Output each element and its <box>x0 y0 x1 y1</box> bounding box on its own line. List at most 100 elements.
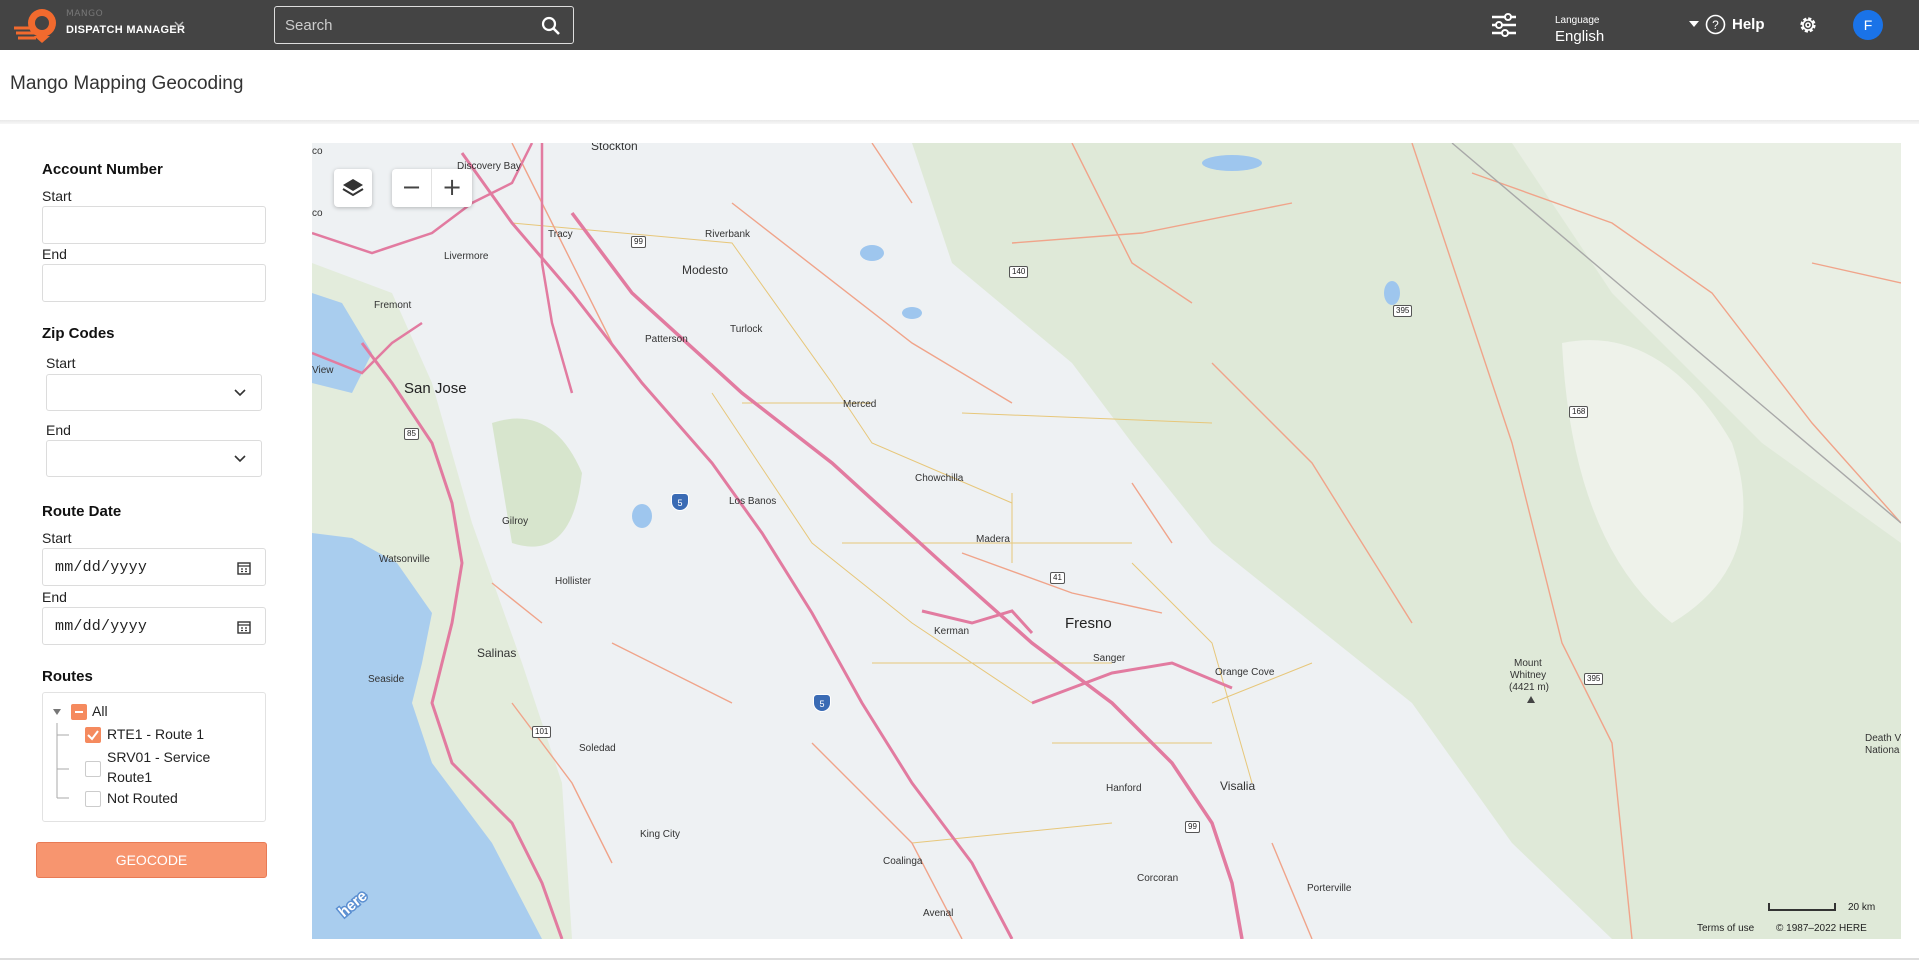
route-shield: 395 <box>1393 305 1413 317</box>
layers-icon <box>342 179 364 197</box>
zip-start-label: Start <box>46 355 76 371</box>
zoom-in-button[interactable]: + <box>432 169 472 207</box>
layers-button[interactable] <box>334 169 372 207</box>
route-rte1-checkbox[interactable] <box>85 727 101 743</box>
account-end-input[interactable] <box>42 264 266 302</box>
route-srv01-label-2[interactable]: Route1 <box>107 769 152 785</box>
chevron-down-icon[interactable] <box>172 17 186 31</box>
city-label: Fremont <box>374 300 412 311</box>
route-shield: 41 <box>1050 572 1065 584</box>
city-label: Nationa <box>1865 745 1900 756</box>
routes-all-checkbox[interactable] <box>71 704 87 720</box>
city-label: Gilroy <box>502 516 529 527</box>
interstate-shield: 5 <box>813 694 831 712</box>
routes-title: Routes <box>42 668 93 685</box>
route-date-start-label: Start <box>42 530 72 546</box>
city-label: Sanger <box>1093 653 1126 664</box>
interstate-shield: 5 <box>671 493 689 511</box>
city-label: Discovery Bay <box>457 161 521 172</box>
city-label: Coalinga <box>883 856 923 867</box>
route-shield: 168 <box>1569 406 1589 418</box>
city-label: Salinas <box>477 646 517 660</box>
help-link[interactable]: Help <box>1732 16 1765 33</box>
scale-label: 20 km <box>1848 902 1876 913</box>
language-selector[interactable]: English <box>1555 28 1604 45</box>
city-label: Chowchilla <box>915 473 964 484</box>
city-label: Riverbank <box>705 229 751 240</box>
city-label: Death V <box>1865 733 1901 744</box>
zip-end-select[interactable] <box>46 440 262 477</box>
search-input[interactable] <box>285 15 525 35</box>
route-shield: 85 <box>404 428 419 440</box>
svg-text:?: ? <box>1712 18 1719 32</box>
account-number-title: Account Number <box>42 161 163 178</box>
chevron-down-icon <box>234 455 246 463</box>
city-label: Orange Cove <box>1215 667 1275 678</box>
date-value: mm/dd/yyyy <box>55 559 148 576</box>
calendar-icon[interactable] <box>237 561 251 575</box>
route-shield: 101 <box>532 726 552 738</box>
account-start-label: Start <box>42 188 72 204</box>
route-shield: 99 <box>1185 821 1200 833</box>
map-canvas[interactable]: − + Stockton Discovery Bay co co Tracy R… <box>312 143 1901 939</box>
city-label: Hollister <box>555 576 592 587</box>
city-label: Merced <box>843 399 877 410</box>
brand-name[interactable]: DISPATCH MANAGER <box>66 24 185 36</box>
route-date-end-label: End <box>42 589 67 605</box>
route-date-start-input[interactable]: mm/dd/yyyy <box>42 548 266 586</box>
sliders-icon[interactable] <box>1490 12 1518 38</box>
city-label: View <box>312 365 334 376</box>
copyright-text: © 1987–2022 HERE <box>1776 923 1867 934</box>
city-label: Stockton <box>591 143 638 153</box>
route-date-end-input[interactable]: mm/dd/yyyy <box>42 607 266 645</box>
route-rte1-label[interactable]: RTE1 - Route 1 <box>107 726 204 742</box>
city-label: Soledad <box>579 743 616 754</box>
city-label: Los Banos <box>729 496 777 507</box>
city-label: Tracy <box>548 229 573 240</box>
city-label: Kerman <box>934 626 970 637</box>
svg-text:here: here <box>335 887 370 920</box>
city-label: Corcoran <box>1137 873 1179 884</box>
avatar[interactable]: F <box>1853 10 1883 40</box>
calendar-icon[interactable] <box>237 620 251 634</box>
account-start-input[interactable] <box>42 206 266 244</box>
city-label: King City <box>640 829 681 840</box>
scale-bar <box>1768 903 1836 911</box>
city-label: co <box>312 208 323 219</box>
route-not-routed-label[interactable]: Not Routed <box>107 790 178 806</box>
city-label: Porterville <box>1307 883 1352 894</box>
gear-icon[interactable] <box>1797 14 1819 36</box>
here-logo-icon: here <box>334 886 372 922</box>
city-label: Seaside <box>368 674 405 685</box>
brand-subtitle: MANGO <box>66 9 104 19</box>
help-icon[interactable]: ? <box>1705 14 1726 35</box>
caret-down-icon[interactable] <box>1688 19 1700 29</box>
terms-link[interactable]: Terms of use <box>1697 923 1754 934</box>
routes-tree: All RTE1 - Route 1 SRV01 - Service Route… <box>42 692 266 822</box>
mango-logo-icon[interactable] <box>12 6 60 44</box>
route-date-title: Route Date <box>42 503 122 520</box>
route-srv01-checkbox[interactable] <box>85 761 101 777</box>
date-value: mm/dd/yyyy <box>55 618 148 635</box>
route-srv01-label[interactable]: SRV01 - Service <box>107 749 210 765</box>
city-label: Visalia <box>1220 779 1256 793</box>
city-label: Whitney <box>1510 670 1547 681</box>
route-not-routed-checkbox[interactable] <box>85 791 101 807</box>
city-label: Watsonville <box>379 554 430 565</box>
map-base-layer <box>312 143 1901 939</box>
search-icon[interactable] <box>541 16 561 36</box>
city-label: Patterson <box>645 334 688 345</box>
zoom-control: − + <box>392 169 472 207</box>
zoom-out-button[interactable]: − <box>392 169 432 207</box>
route-shield: 99 <box>631 236 646 248</box>
city-label: co <box>312 146 323 157</box>
zip-codes-title: Zip Codes <box>42 325 115 342</box>
routes-all-label[interactable]: All <box>92 703 108 719</box>
collapse-caret-icon[interactable] <box>52 707 62 717</box>
geocode-button[interactable]: GEOCODE <box>36 842 267 878</box>
account-end-label: End <box>42 246 67 262</box>
city-label: Modesto <box>682 263 729 277</box>
zip-start-select[interactable] <box>46 374 262 411</box>
title-divider <box>0 120 1919 124</box>
city-label: Fresno <box>1065 615 1112 632</box>
